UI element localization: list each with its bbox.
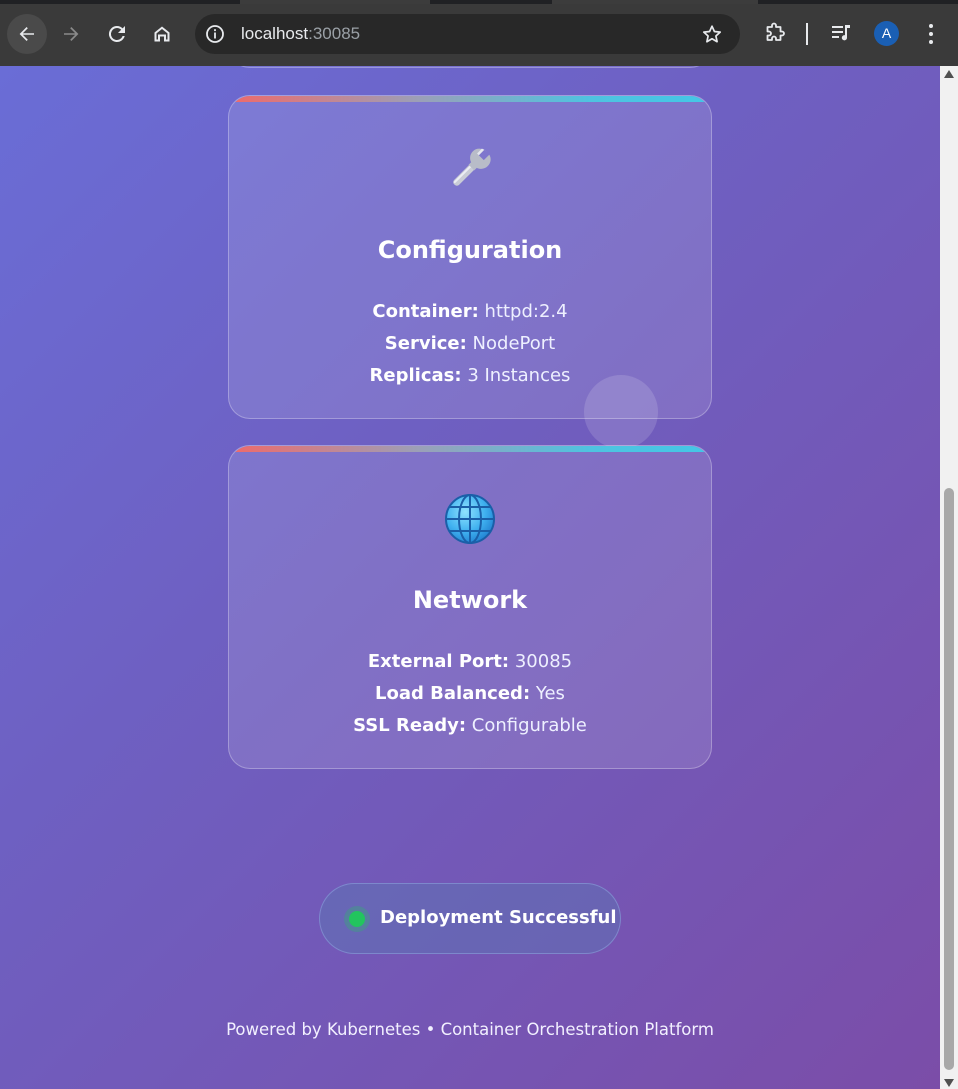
back-button[interactable] <box>7 14 47 54</box>
scrollbar-thumb[interactable] <box>944 488 954 1070</box>
row-value: Configurable <box>471 715 587 736</box>
previous-card-edge <box>228 66 712 68</box>
home-button[interactable] <box>142 14 182 54</box>
puzzle-icon[interactable] <box>764 22 786 44</box>
row-label: Container: <box>372 301 479 322</box>
info-icon[interactable] <box>205 24 225 44</box>
configuration-card: Configuration Container: httpd:2.4 Servi… <box>228 95 712 419</box>
card-title: Configuration <box>377 236 563 264</box>
row-label: SSL Ready: <box>353 715 467 736</box>
reload-icon <box>108 25 125 42</box>
scroll-down-arrow-icon[interactable] <box>944 1079 954 1087</box>
globe-icon <box>229 492 711 546</box>
external-port-row: External Port: 30085 <box>229 646 711 678</box>
page-viewport: Configuration Container: httpd:2.4 Servi… <box>0 66 940 1089</box>
address-bar[interactable]: localhost:30085 <box>195 14 740 54</box>
home-icon <box>154 26 170 42</box>
card-title: Network <box>412 586 528 614</box>
load-balanced-row: Load Balanced: Yes <box>229 678 711 710</box>
url-host: localhost <box>241 24 309 43</box>
config-details: Container: httpd:2.4 Service: NodePort R… <box>229 296 711 392</box>
row-value: 3 Instances <box>467 365 571 386</box>
container-row: Container: httpd:2.4 <box>229 296 711 328</box>
kebab-menu-icon[interactable] <box>921 21 941 47</box>
star-icon[interactable] <box>702 24 722 44</box>
row-value: 30085 <box>514 651 573 672</box>
media-queue-icon[interactable] <box>830 22 852 44</box>
status-label: Deployment Successful <box>380 907 617 928</box>
forward-button[interactable] <box>51 14 91 54</box>
profile-avatar[interactable]: A <box>874 21 899 46</box>
card-accent-bar <box>229 446 711 452</box>
row-label: Service: <box>384 333 467 354</box>
scroll-up-arrow-icon[interactable] <box>944 70 954 78</box>
card-accent-bar <box>229 96 711 102</box>
row-value: Yes <box>535 683 565 704</box>
row-label: External Port: <box>367 651 510 672</box>
decorative-bubble <box>584 375 658 449</box>
ssl-ready-row: SSL Ready: Configurable <box>229 710 711 742</box>
row-value: NodePort <box>472 333 556 354</box>
row-label: Load Balanced: <box>375 683 531 704</box>
deployment-status-badge: Deployment Successful <box>319 883 621 954</box>
wrench-icon <box>229 142 711 196</box>
arrow-right-icon <box>64 27 79 41</box>
service-row: Service: NodePort <box>229 328 711 360</box>
url-port: :30085 <box>308 24 361 43</box>
row-value: httpd:2.4 <box>484 301 568 322</box>
network-details: External Port: 30085 Load Balanced: Yes … <box>229 646 711 742</box>
toolbar-divider <box>806 23 808 45</box>
arrow-left-icon <box>19 27 34 41</box>
url-text[interactable]: localhost:30085 <box>241 24 360 44</box>
network-card: Network External Port: 30085 Load Balanc… <box>228 445 712 769</box>
row-label: Replicas: <box>369 365 462 386</box>
status-indicator-dot <box>349 911 365 927</box>
reload-button[interactable] <box>97 14 137 54</box>
page-footer: Powered by Kubernetes • Container Orches… <box>226 1020 714 1039</box>
vertical-scrollbar[interactable] <box>940 66 958 1089</box>
browser-toolbar: localhost:30085 A <box>0 0 958 66</box>
